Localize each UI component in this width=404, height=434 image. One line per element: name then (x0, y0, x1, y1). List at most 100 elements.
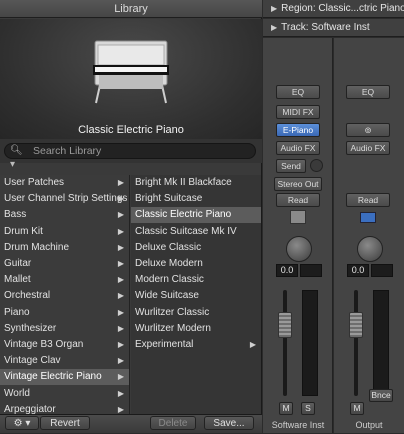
patch-item-label: Classic Suitcase Mk IV (135, 225, 237, 237)
volume-fader-track[interactable] (283, 290, 287, 396)
delete-button[interactable]: Delete (150, 416, 196, 430)
chevron-right-icon: ▶ (117, 307, 124, 317)
category-item[interactable]: Guitar ▶ (0, 256, 129, 272)
category-item-label: User Patches (4, 177, 65, 188)
library-title: Library (0, 0, 262, 18)
gear-menu-button[interactable]: ⚙ ▾ (5, 416, 39, 430)
output-slot[interactable]: Stereo Out (274, 177, 322, 191)
category-item[interactable]: Vintage B3 Organ ▶ (0, 337, 129, 353)
category-item[interactable]: Mallet ▶ (0, 272, 129, 288)
mute-button[interactable]: M (279, 402, 293, 415)
chevron-right-icon: ▶ (117, 178, 124, 187)
volume-fader[interactable] (278, 312, 292, 339)
chevron-right-icon: ▶ (117, 388, 124, 398)
midi-fx-slot[interactable]: MIDI FX (276, 105, 320, 119)
link-button[interactable]: ⊚ (346, 123, 390, 137)
instrument-slot[interactable]: E-Piano (276, 123, 320, 137)
chevron-right-icon: ▶ (249, 340, 256, 349)
track-inspector-header[interactable]: ▶ Track: Software Inst (263, 19, 404, 37)
volume-fader-track[interactable] (354, 290, 358, 396)
patch-item[interactable]: Experimental ▶ (131, 337, 261, 353)
pan-knob[interactable] (357, 236, 383, 262)
pan-value[interactable]: 0.0 (347, 264, 369, 277)
send-slot[interactable]: Send (276, 159, 306, 173)
patch-item[interactable]: Bright Suitcase (131, 191, 261, 207)
mute-button[interactable]: M (350, 402, 364, 415)
patch-item[interactable]: Bright Mk II Blackface (131, 175, 261, 191)
send-level-knob[interactable] (310, 159, 323, 172)
level-meter (373, 290, 389, 396)
category-item-label: World (4, 387, 30, 399)
chevron-right-icon: ▶ (117, 242, 124, 252)
category-item[interactable]: User Channel Strip Settings ▶ (0, 191, 129, 207)
automation-mode-button[interactable]: Read (276, 193, 320, 207)
track-label: Track: Software Inst (281, 22, 370, 33)
category-item[interactable]: Orchestral ▶ (0, 288, 129, 304)
audio-fx-slot[interactable]: Audio FX (276, 141, 320, 155)
automation-mode-button[interactable]: Read (346, 193, 390, 207)
patch-item-label: Modern Classic (135, 274, 204, 286)
patch-item[interactable]: Wurlitzer Classic (131, 305, 261, 321)
pan-knob[interactable] (286, 236, 312, 262)
category-item[interactable]: Vintage Electric Piano ▶ (0, 369, 129, 386)
disclosure-triangle-icon[interactable]: ▶ (271, 23, 277, 32)
category-item-label: Piano (4, 306, 30, 318)
search-input[interactable]: Search Library (4, 143, 256, 159)
category-item-label: Vintage Electric Piano (4, 371, 102, 383)
category-item-label: Orchestral (4, 290, 51, 302)
patch-item[interactable]: Deluxe Classic (131, 240, 261, 256)
category-item[interactable]: User Patches ▶ (0, 175, 129, 191)
instrument-icon (290, 210, 306, 224)
peak-level-display (371, 264, 393, 277)
patch-item[interactable]: Deluxe Modern (131, 256, 261, 272)
category-item[interactable]: Drum Kit ▶ (0, 224, 129, 240)
eq-button[interactable]: EQ (276, 85, 320, 99)
patch-item-label: Wide Suitcase (135, 290, 199, 302)
patch-item-label: Wurlitzer Classic (135, 306, 210, 318)
patch-item[interactable]: Wurlitzer Modern (131, 321, 261, 337)
patch-item-label: Bright Mk II Blackface (135, 177, 232, 188)
patch-item-label: Bright Suitcase (135, 193, 203, 205)
category-item[interactable]: Piano ▶ (0, 305, 129, 321)
category-item[interactable]: Vintage Clav ▶ (0, 353, 129, 369)
category-column: User Patches ▶ User Channel Strip Settings… (0, 175, 130, 431)
category-item-label: User Channel Strip Settings (4, 193, 128, 205)
category-item-label: Guitar (4, 258, 32, 269)
patch-item[interactable]: Classic Suitcase Mk IV (131, 224, 261, 240)
chevron-right-icon: ▶ (117, 372, 124, 382)
bounce-button[interactable]: Bnce (369, 389, 393, 402)
patch-item[interactable]: Classic Electric Piano (131, 207, 261, 224)
revert-button[interactable]: Revert (40, 416, 90, 430)
chevron-right-icon: ▶ (117, 356, 124, 366)
pan-value[interactable]: 0.0 (276, 264, 298, 277)
patch-item[interactable]: Modern Classic (131, 272, 261, 288)
patch-item-label: Deluxe Classic (135, 241, 202, 253)
eq-button[interactable]: EQ (346, 85, 390, 99)
chevron-right-icon: ▶ (117, 323, 124, 333)
region-label: Region: Classic...ctric Piano (281, 3, 404, 14)
category-item-label: Synthesizer (4, 322, 57, 334)
chevron-right-icon: ▶ (117, 194, 124, 204)
category-item[interactable]: Bass ▶ (0, 207, 129, 223)
save-button[interactable]: Save... (204, 416, 254, 430)
category-item[interactable]: World ▶ (0, 386, 129, 402)
preview-patch-name: Classic Electric Piano (78, 124, 184, 136)
patch-item-label: Classic Electric Piano (135, 209, 232, 221)
category-item-label: Drum Machine (4, 241, 70, 253)
volume-fader[interactable] (349, 312, 363, 339)
audio-fx-slot[interactable]: Audio FX (346, 141, 390, 155)
category-item[interactable]: Drum Machine ▶ (0, 240, 129, 256)
patch-item-label: Experimental (135, 339, 194, 350)
patch-item-label: Deluxe Modern (135, 258, 203, 269)
strip-name: Software Inst (271, 420, 325, 430)
category-item[interactable]: Synthesizer ▶ (0, 321, 129, 337)
search-icon[interactable]: 🔍︎▾ (10, 144, 24, 170)
solo-button[interactable]: S (301, 402, 315, 415)
electric-piano-image (93, 40, 169, 104)
patch-preview (0, 19, 262, 139)
disclosure-triangle-icon[interactable]: ▶ (271, 4, 277, 13)
category-item-label: Vintage Clav (4, 355, 61, 367)
patch-item[interactable]: Wide Suitcase (131, 288, 261, 304)
patch-column: Bright Mk II Blackface Bright Suitcase Cla… (131, 175, 261, 415)
region-inspector-header[interactable]: ▶ Region: Classic...ctric Piano (263, 0, 404, 18)
